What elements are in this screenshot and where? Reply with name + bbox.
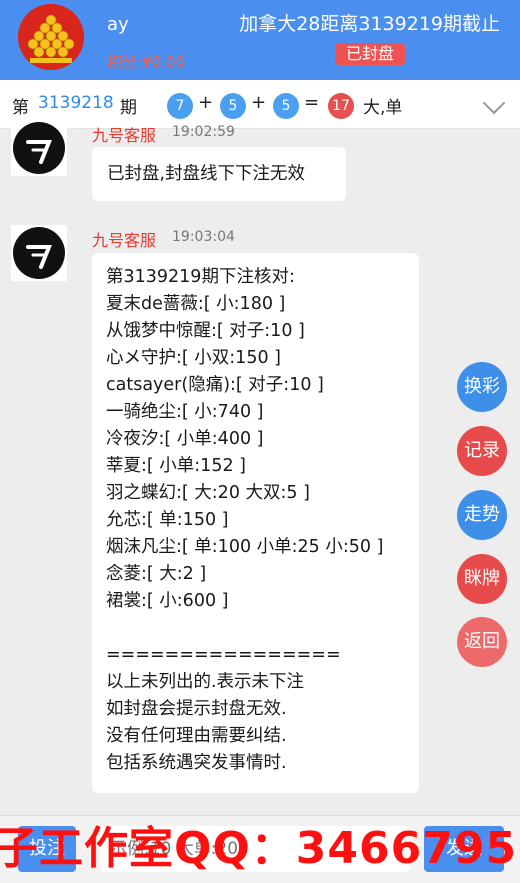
message-bubble: 已封盘,封盘线下下注无效 xyxy=(92,147,346,201)
message-sender: 九号客服 xyxy=(92,231,157,250)
service-avatar xyxy=(11,225,67,281)
message-time: 19:02:59 xyxy=(172,124,235,140)
message-sender: 九号客服 xyxy=(92,126,157,145)
bet-line: 以上未列出的.表示未下注 xyxy=(106,672,305,692)
last-result-bar[interactable]: 第 3139218 期 7 + 5 + 5 = 17 大,单 xyxy=(0,80,520,129)
points-balance: 积分:¥0.00 xyxy=(107,53,185,71)
chevron-down-icon[interactable] xyxy=(482,91,506,115)
message-time: 19:03:04 xyxy=(172,229,235,245)
side-button-3[interactable]: 走势 xyxy=(457,490,507,540)
side-button-4[interactable]: 眯牌 xyxy=(457,554,507,604)
bet-line: 一骑绝尘:[ 小:740 ] xyxy=(106,402,264,422)
plus-sign: + xyxy=(251,92,267,113)
bet-line: 裙裳:[ 小:600 ] xyxy=(106,591,229,611)
result-text: 大,单 xyxy=(363,98,403,118)
service-logo-icon xyxy=(11,225,67,281)
bet-line: 念菱:[ 大:2 ] xyxy=(106,564,207,584)
bet-line xyxy=(106,615,419,642)
gold-ingot-avatar xyxy=(18,4,84,70)
result-sum-ball: 17 xyxy=(328,93,354,119)
bet-line: 如封盘会提示封盘无效. xyxy=(106,699,287,719)
issue-number: 3139218 xyxy=(38,93,114,113)
issue-prefix: 第 xyxy=(12,98,29,118)
bet-line: 允芯:[ 单:150 ] xyxy=(106,510,229,530)
result-ball-2: 5 xyxy=(220,93,246,119)
side-button-5[interactable]: 返回 xyxy=(457,617,507,667)
bet-line: 心メ守护:[ 小双:150 ] xyxy=(106,348,281,368)
bottom-input-bar: 投注 发送 xyxy=(0,815,520,883)
bet-summary-bubble: 第3139219期下注核对: 夏末de蔷薇:[ 小:180 ] 从饿梦中惊醒:[ 对… xyxy=(92,253,419,793)
bet-line: ================ xyxy=(106,645,341,665)
bet-line: 羽之蝶幻:[ 大:20 大双:5 ] xyxy=(106,483,310,503)
bet-line: catsayer(隐痛):[ 对子:10 ] xyxy=(106,375,324,395)
bet-input-container[interactable] xyxy=(100,826,410,872)
issue-suffix: 期 xyxy=(120,98,137,118)
side-button-2[interactable]: 记录 xyxy=(457,426,507,476)
send-button[interactable]: 发送 xyxy=(424,826,504,872)
bet-line: 烟沫凡尘:[ 单:100 小单:25 小:50 ] xyxy=(106,537,384,557)
service-logo-icon xyxy=(11,120,67,176)
issue-countdown-label: 加拿大28距离3139219期截止 xyxy=(239,13,500,35)
message-line: 已封盘,封盘线下下注无效 xyxy=(107,164,306,184)
bet-line: 冷夜汐:[ 小单:400 ] xyxy=(106,429,264,449)
bet-button[interactable]: 投注 xyxy=(18,826,76,872)
username: ay xyxy=(107,14,129,35)
plus-sign: + xyxy=(198,92,214,113)
closed-status-badge: 已封盘 xyxy=(335,43,405,65)
bet-line: 莘夏:[ 小单:152 ] xyxy=(106,456,246,476)
top-header: ay 积分:¥0.00 加拿大28距离3139219期截止 已封盘 xyxy=(0,0,520,80)
bet-line: 包括系统遇突发事情时. xyxy=(106,753,287,773)
bet-input[interactable] xyxy=(100,826,410,872)
result-ball-3: 5 xyxy=(273,93,299,119)
side-button-1[interactable]: 换彩 xyxy=(457,362,507,412)
bet-line: 没有任何理由需要纠结. xyxy=(106,726,287,746)
result-ball-1: 7 xyxy=(167,93,193,119)
equals-sign: = xyxy=(304,92,320,113)
bet-line: 夏末de蔷薇:[ 小:180 ] xyxy=(106,294,286,314)
service-avatar xyxy=(11,120,67,176)
bet-line: 从饿梦中惊醒:[ 对子:10 ] xyxy=(106,321,305,341)
bet-line: 第3139219期下注核对: xyxy=(106,267,295,287)
